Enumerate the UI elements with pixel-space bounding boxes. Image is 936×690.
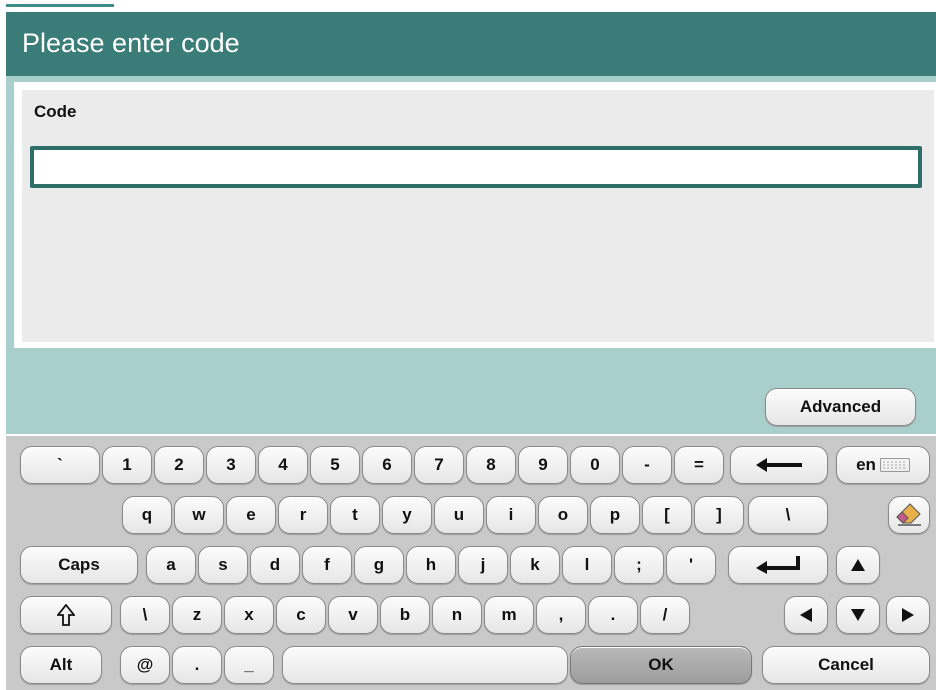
- key-m[interactable]: m: [484, 596, 534, 634]
- key-c[interactable]: c: [276, 596, 326, 634]
- key-h[interactable]: h: [406, 546, 456, 584]
- keyboard-row-4: \ z x c v b n m , . /: [6, 596, 936, 636]
- key-minus[interactable]: -: [622, 446, 672, 484]
- cancel-button[interactable]: Cancel: [762, 646, 930, 684]
- key-j[interactable]: j: [458, 546, 508, 584]
- key-4[interactable]: 4: [258, 446, 308, 484]
- advanced-button-label: Advanced: [799, 397, 882, 416]
- key-z[interactable]: z: [172, 596, 222, 634]
- ok-button[interactable]: OK: [570, 646, 752, 684]
- key-shift[interactable]: [20, 596, 112, 634]
- page-title: Please enter code: [22, 28, 240, 58]
- key-6[interactable]: 6: [362, 446, 412, 484]
- key-s[interactable]: s: [198, 546, 248, 584]
- key-1[interactable]: 1: [102, 446, 152, 484]
- advanced-button[interactable]: Advanced: [765, 388, 916, 426]
- key-alt[interactable]: Alt: [20, 646, 102, 684]
- key-period[interactable]: .: [588, 596, 638, 634]
- key-q[interactable]: q: [122, 496, 172, 534]
- keyboard-row-1: ` 1 2 3 4 5 6 7 8 9 0 - = en: [6, 446, 936, 486]
- key-space[interactable]: [282, 646, 568, 684]
- key-right-bracket[interactable]: ]: [694, 496, 744, 534]
- keyboard-row-5: Alt @ . _ OK Cancel: [6, 646, 936, 686]
- keyboard-row-3: Caps a s d f g h j k l ; ': [6, 546, 936, 586]
- key-arrow-down[interactable]: [836, 596, 880, 634]
- key-n[interactable]: n: [432, 596, 482, 634]
- form-frame: Code: [14, 82, 936, 348]
- keyboard-layout-icon: [879, 458, 910, 472]
- key-x[interactable]: x: [224, 596, 274, 634]
- key-9[interactable]: 9: [518, 446, 568, 484]
- key-w[interactable]: w: [174, 496, 224, 534]
- key-dot[interactable]: .: [172, 646, 222, 684]
- key-backspace[interactable]: [730, 446, 828, 484]
- key-equals[interactable]: =: [674, 446, 724, 484]
- key-backslash-2[interactable]: \: [120, 596, 170, 634]
- key-e[interactable]: e: [226, 496, 276, 534]
- code-input[interactable]: [30, 146, 922, 188]
- key-f[interactable]: f: [302, 546, 352, 584]
- eraser-icon: [896, 503, 921, 526]
- key-k[interactable]: k: [510, 546, 560, 584]
- key-at[interactable]: @: [120, 646, 170, 684]
- title-bar: Please enter code: [6, 12, 936, 76]
- key-b[interactable]: b: [380, 596, 430, 634]
- key-language-switch[interactable]: en: [836, 446, 930, 484]
- keyboard-row-2: q w e r t y u i o p [ ] \: [6, 496, 936, 536]
- key-comma[interactable]: ,: [536, 596, 586, 634]
- key-quote[interactable]: ': [666, 546, 716, 584]
- key-enter[interactable]: [728, 546, 828, 584]
- key-backslash[interactable]: \: [748, 496, 828, 534]
- key-l[interactable]: l: [562, 546, 612, 584]
- main-panel: Code Advanced: [6, 76, 936, 434]
- key-8[interactable]: 8: [466, 446, 516, 484]
- arrow-left-icon: [800, 608, 812, 622]
- key-v[interactable]: v: [328, 596, 378, 634]
- code-label: Code: [34, 102, 77, 121]
- on-screen-keyboard: ` 1 2 3 4 5 6 7 8 9 0 - = en q w e r t y…: [6, 436, 936, 690]
- key-y[interactable]: y: [382, 496, 432, 534]
- key-3[interactable]: 3: [206, 446, 256, 484]
- arrow-right-icon: [902, 608, 914, 622]
- key-semicolon[interactable]: ;: [614, 546, 664, 584]
- backspace-arrow-icon: [756, 458, 802, 472]
- key-t[interactable]: t: [330, 496, 380, 534]
- arrow-down-icon: [851, 609, 865, 621]
- key-5[interactable]: 5: [310, 446, 360, 484]
- arrow-up-icon: [851, 559, 865, 571]
- top-accent-line: [6, 4, 114, 7]
- key-arrow-up[interactable]: [836, 546, 880, 584]
- key-r[interactable]: r: [278, 496, 328, 534]
- key-backtick[interactable]: `: [20, 446, 100, 484]
- enter-arrow-icon: [756, 556, 800, 574]
- key-7[interactable]: 7: [414, 446, 464, 484]
- key-g[interactable]: g: [354, 546, 404, 584]
- key-i[interactable]: i: [486, 496, 536, 534]
- key-u[interactable]: u: [434, 496, 484, 534]
- key-underscore[interactable]: _: [224, 646, 274, 684]
- language-label: en: [856, 455, 876, 474]
- key-left-bracket[interactable]: [: [642, 496, 692, 534]
- key-0[interactable]: 0: [570, 446, 620, 484]
- clear-button[interactable]: [888, 496, 930, 534]
- key-2[interactable]: 2: [154, 446, 204, 484]
- key-caps[interactable]: Caps: [20, 546, 138, 584]
- shift-arrow-icon: [57, 604, 75, 626]
- key-arrow-left[interactable]: [784, 596, 828, 634]
- form-area: Code: [22, 90, 934, 342]
- key-d[interactable]: d: [250, 546, 300, 584]
- key-slash[interactable]: /: [640, 596, 690, 634]
- key-a[interactable]: a: [146, 546, 196, 584]
- key-arrow-right[interactable]: [886, 596, 930, 634]
- key-o[interactable]: o: [538, 496, 588, 534]
- key-p[interactable]: p: [590, 496, 640, 534]
